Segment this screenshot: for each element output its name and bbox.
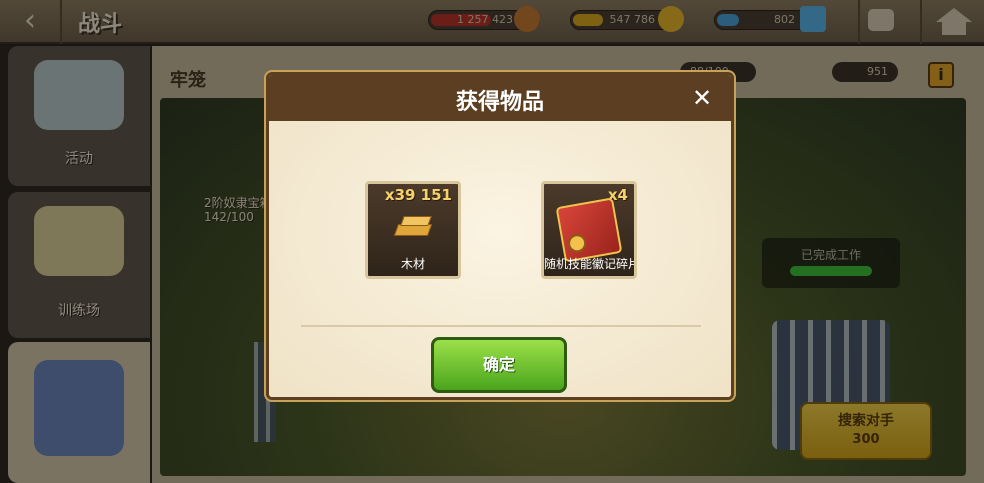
skill-book-icon xyxy=(555,197,623,263)
reward-item[interactable]: x4 随机技能徽记碎片 xyxy=(541,181,637,279)
reward-item[interactable]: x39 151 木材 xyxy=(365,181,461,279)
divider xyxy=(301,325,701,327)
wood-icon xyxy=(393,216,433,240)
dialog-header: 获得物品 ✕ xyxy=(269,75,731,121)
confirm-button[interactable]: 确定 xyxy=(431,337,567,393)
close-button[interactable]: ✕ xyxy=(689,85,715,111)
item-name: 随机技能徽记碎片 xyxy=(544,257,634,271)
dialog-title: 获得物品 xyxy=(455,90,544,115)
item-quantity: x39 151 xyxy=(384,186,452,204)
close-icon: ✕ xyxy=(691,84,713,112)
reward-dialog: 获得物品 ✕ x39 151 木材 x4 随机技能徽记碎片 确定 xyxy=(266,72,734,400)
item-name: 木材 xyxy=(400,257,425,271)
dialog-body: x39 151 木材 x4 随机技能徽记碎片 确定 xyxy=(269,121,731,397)
